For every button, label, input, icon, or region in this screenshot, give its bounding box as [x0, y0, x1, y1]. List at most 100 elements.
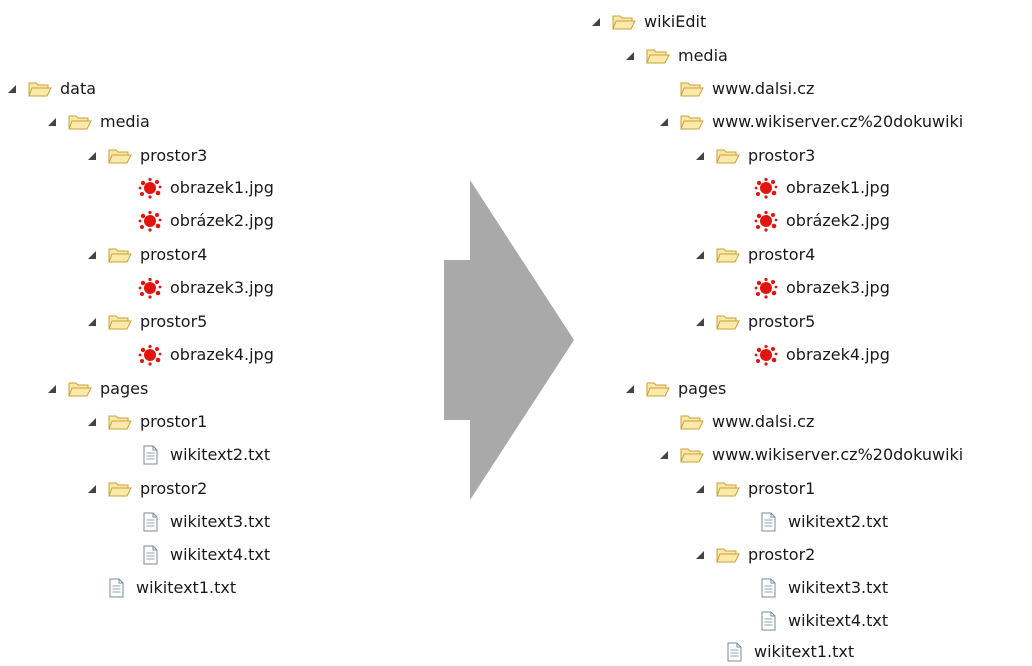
expand-triangle-icon[interactable]	[694, 549, 706, 561]
folder-open-icon	[646, 379, 670, 399]
tree-node-label: www.dalsi.cz	[712, 412, 815, 431]
expand-triangle-icon[interactable]	[590, 16, 602, 28]
tree-node[interactable]: obrazek1.jpg	[754, 174, 890, 202]
tree-node[interactable]: wikitext1.txt	[722, 638, 854, 666]
tree-node[interactable]: obrázek2.jpg	[138, 207, 274, 235]
tree-node-label: prostor5	[748, 312, 816, 331]
tree-node-label: obrazek4.jpg	[170, 345, 274, 364]
tree-node[interactable]: media	[624, 42, 728, 70]
tree-node[interactable]: www.dalsi.cz	[680, 75, 814, 103]
expand-triangle-icon[interactable]	[624, 383, 636, 395]
tree-node[interactable]: wikitext1.txt	[104, 574, 236, 602]
tree-node[interactable]: prostor5	[86, 308, 207, 336]
expand-triangle-icon[interactable]	[694, 316, 706, 328]
folder-open-icon	[68, 112, 92, 132]
expand-triangle-icon[interactable]	[86, 416, 98, 428]
expand-triangle-icon[interactable]	[694, 249, 706, 261]
tree-node-label: prostor5	[140, 312, 208, 331]
folder-open-icon	[108, 412, 132, 432]
tree-node[interactable]: prostor1	[694, 475, 815, 503]
folder-open-icon	[108, 146, 132, 166]
tree-node[interactable]: prostor2	[694, 541, 815, 569]
tree-node[interactable]: obrazek3.jpg	[754, 274, 890, 302]
tree-node-label: obrazek3.jpg	[170, 278, 274, 297]
tree-node[interactable]: data	[6, 75, 96, 103]
tree-node-label: prostor2	[140, 479, 208, 498]
right-arrow-icon	[444, 180, 574, 500]
tree-node[interactable]: prostor3	[86, 142, 207, 170]
folder-open-icon	[680, 412, 704, 432]
tree-node-label: prostor1	[748, 479, 816, 498]
tree-node-label: pages	[678, 379, 727, 398]
folder-open-icon	[612, 12, 636, 32]
tree-node-label: www.wikiserver.cz%20dokuwiki	[712, 445, 964, 464]
tree-node-label: obrazek1.jpg	[170, 178, 274, 197]
tree-node[interactable]: wikitext2.txt	[756, 508, 888, 536]
tree-node-label: wikiEdit	[644, 12, 707, 31]
image-file-icon	[754, 210, 778, 232]
tree-node[interactable]: pages	[624, 375, 726, 403]
expand-triangle-icon[interactable]	[46, 383, 58, 395]
folder-open-icon	[108, 312, 132, 332]
tree-node[interactable]: wikitext4.txt	[138, 541, 270, 569]
text-file-icon	[722, 642, 746, 662]
tree-node[interactable]: wikitext3.txt	[138, 508, 270, 536]
tree-node[interactable]: prostor4	[86, 241, 207, 269]
tree-node-label: media	[678, 46, 728, 65]
tree-node[interactable]: wikitext4.txt	[756, 607, 888, 635]
tree-node-label: data	[60, 79, 97, 98]
tree-node[interactable]: prostor5	[694, 308, 815, 336]
tree-node[interactable]: obrazek1.jpg	[138, 174, 274, 202]
expand-triangle-icon[interactable]	[86, 249, 98, 261]
tree-node[interactable]: wikitext3.txt	[756, 574, 888, 602]
tree-node[interactable]: prostor3	[694, 142, 815, 170]
tree-node[interactable]: obrazek4.jpg	[138, 341, 274, 369]
tree-node-label: obrazek1.jpg	[786, 178, 890, 197]
tree-node[interactable]: obrazek3.jpg	[138, 274, 274, 302]
expand-triangle-icon[interactable]	[46, 116, 58, 128]
image-file-icon	[754, 177, 778, 199]
tree-node[interactable]: obrazek4.jpg	[754, 341, 890, 369]
expand-triangle-icon[interactable]	[694, 483, 706, 495]
tree-node-label: prostor1	[140, 412, 208, 431]
folder-open-icon	[716, 545, 740, 565]
tree-node[interactable]: www.wikiserver.cz%20dokuwiki	[658, 441, 963, 469]
expand-triangle-icon[interactable]	[658, 116, 670, 128]
tree-node[interactable]: prostor4	[694, 241, 815, 269]
expand-triangle-icon[interactable]	[624, 50, 636, 62]
expand-triangle-icon[interactable]	[86, 483, 98, 495]
tree-node-label: prostor2	[748, 545, 816, 564]
tree-node-label: prostor3	[748, 146, 816, 165]
tree-node[interactable]: wikiEdit	[590, 8, 706, 36]
expand-triangle-icon[interactable]	[6, 83, 18, 95]
tree-node[interactable]: wikitext2.txt	[138, 441, 270, 469]
folder-open-icon	[716, 479, 740, 499]
tree-node[interactable]: obrázek2.jpg	[754, 207, 890, 235]
folder-open-icon	[680, 112, 704, 132]
diagram-canvas: data media prostor3 obrazek1.jpg obrázek…	[0, 0, 1032, 666]
tree-node-label: obrazek3.jpg	[786, 278, 890, 297]
folder-open-icon	[646, 46, 670, 66]
tree-node[interactable]: prostor1	[86, 408, 207, 436]
tree-node[interactable]: prostor2	[86, 475, 207, 503]
image-file-icon	[754, 277, 778, 299]
text-file-icon	[104, 578, 128, 598]
folder-open-icon	[680, 79, 704, 99]
folder-open-icon	[716, 312, 740, 332]
tree-node[interactable]: pages	[46, 375, 148, 403]
expand-triangle-icon[interactable]	[658, 449, 670, 461]
folder-open-icon	[108, 245, 132, 265]
expand-triangle-icon[interactable]	[86, 316, 98, 328]
expand-triangle-icon[interactable]	[694, 150, 706, 162]
tree-node[interactable]: media	[46, 108, 150, 136]
tree-node-label: wikitext2.txt	[170, 445, 271, 464]
tree-node-label: media	[100, 112, 150, 131]
tree-node[interactable]: www.wikiserver.cz%20dokuwiki	[658, 108, 963, 136]
tree-node-label: www.dalsi.cz	[712, 79, 815, 98]
image-file-icon	[754, 344, 778, 366]
tree-node-label: pages	[100, 379, 149, 398]
text-file-icon	[138, 445, 162, 465]
tree-node-label: www.wikiserver.cz%20dokuwiki	[712, 112, 964, 131]
expand-triangle-icon[interactable]	[86, 150, 98, 162]
tree-node[interactable]: www.dalsi.cz	[680, 408, 814, 436]
